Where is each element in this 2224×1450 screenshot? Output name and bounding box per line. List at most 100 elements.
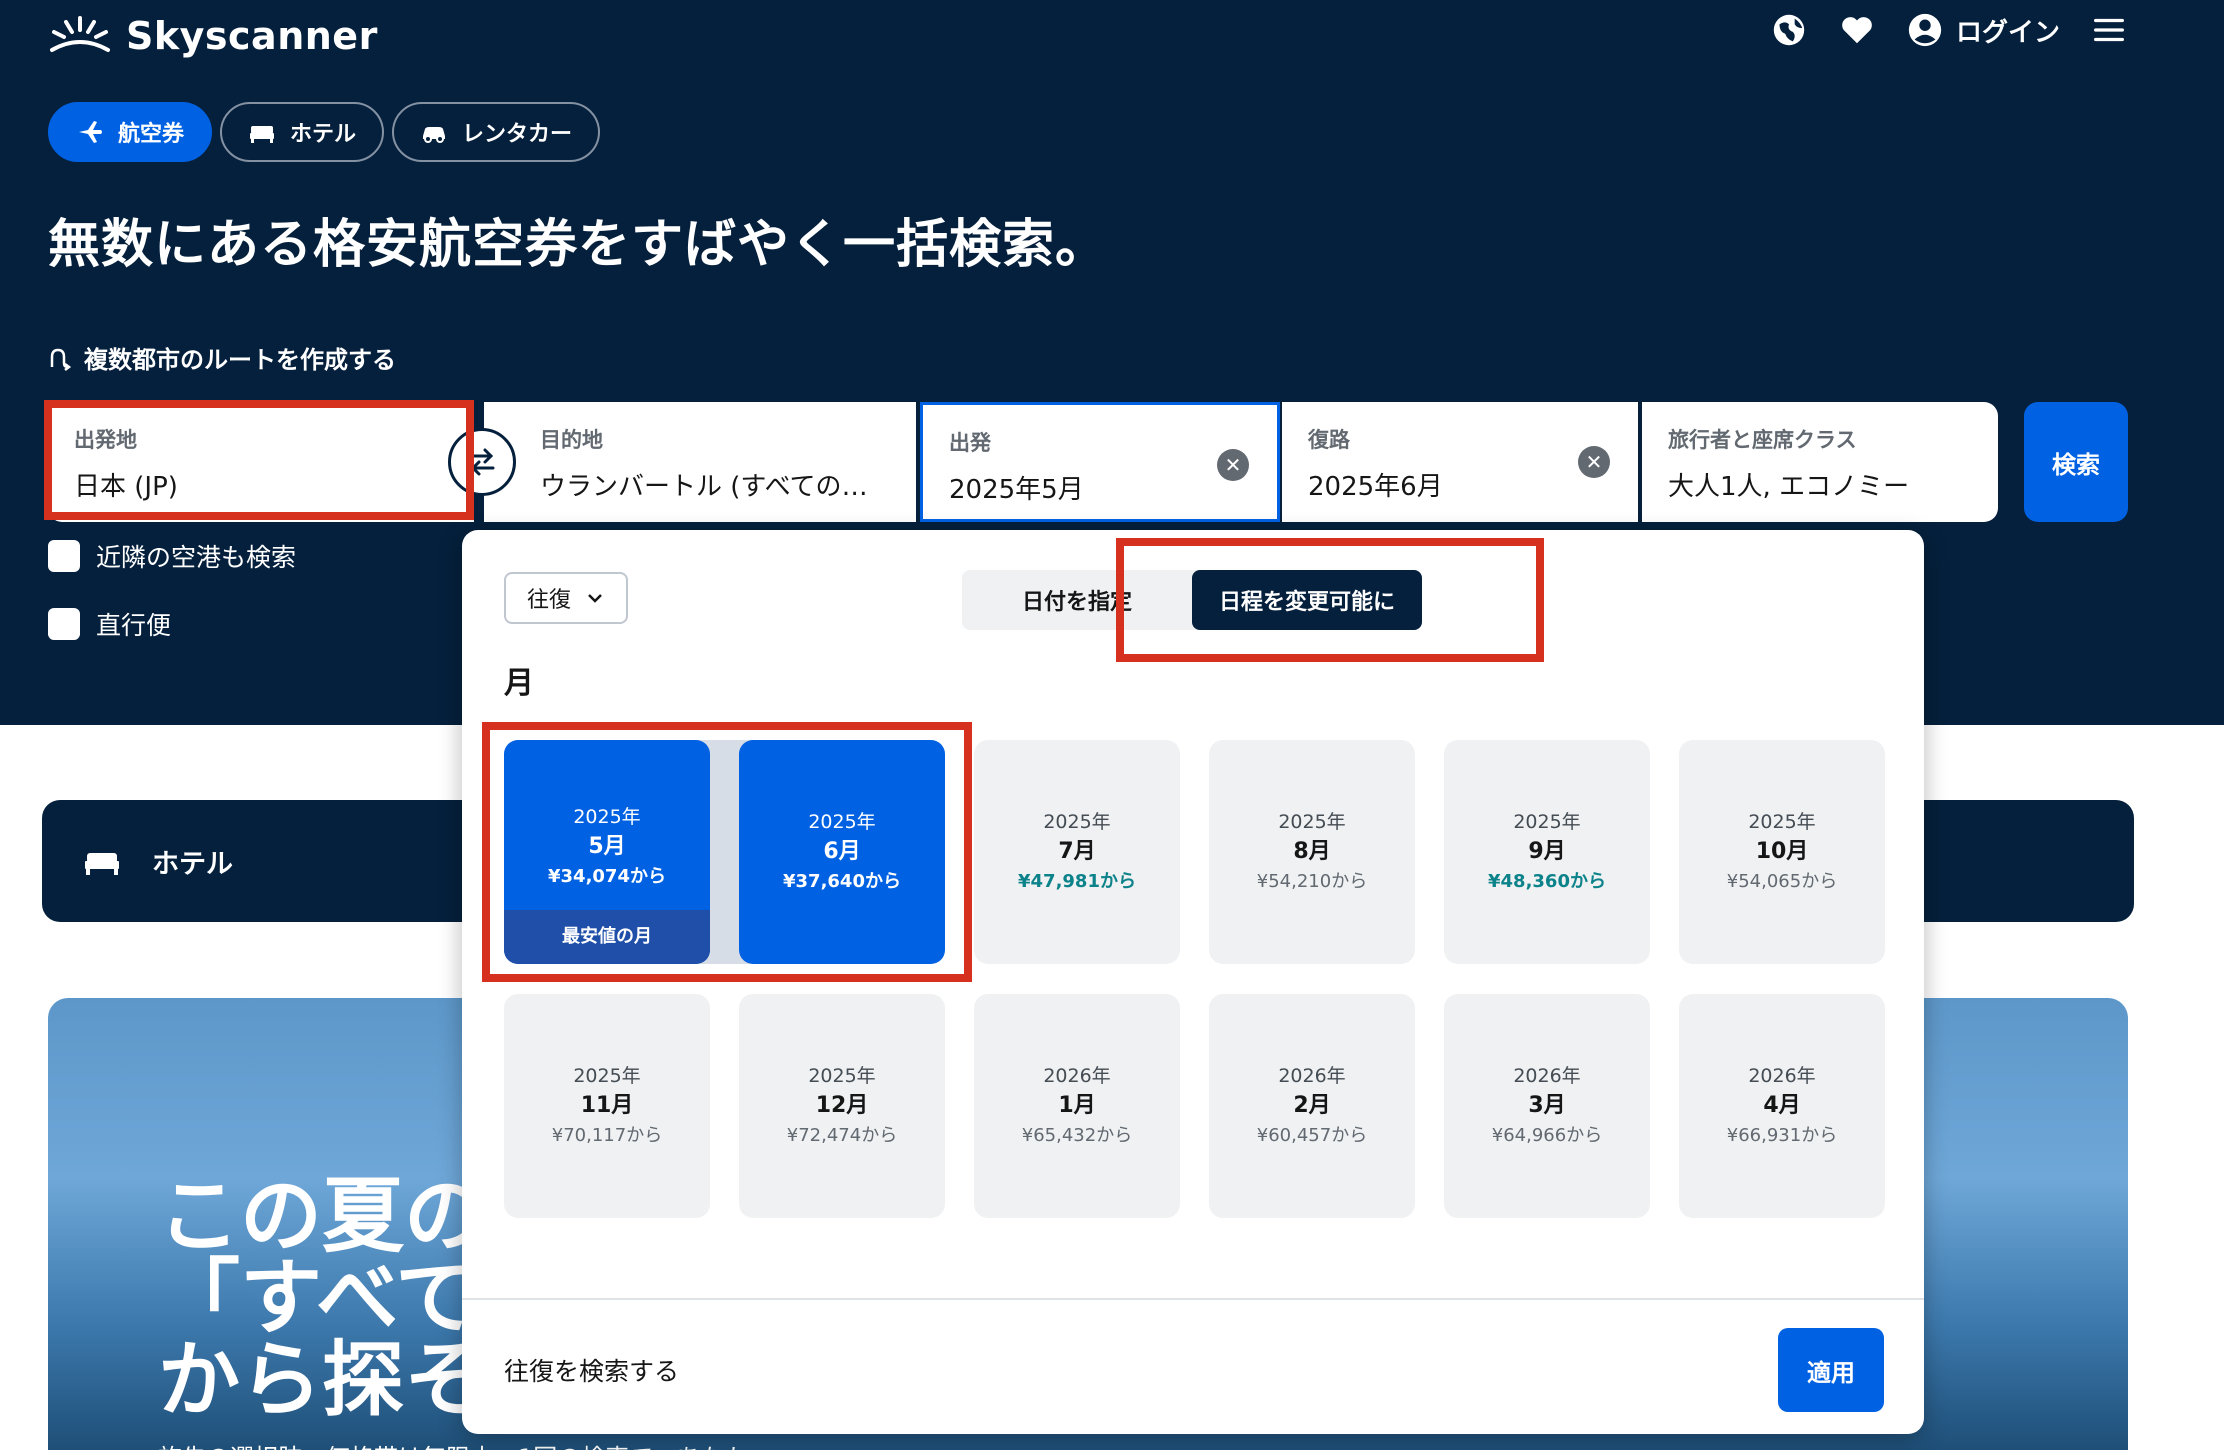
- travellers-label: 旅行者と座席クラス: [1668, 428, 1857, 452]
- month-name: 5月: [588, 834, 626, 859]
- month-cell-2026-01[interactable]: 2026年 1月 ¥65,432から: [974, 994, 1180, 1218]
- month-cell-2025-05[interactable]: 2025年 5月 ¥34,074から 最安値の月: [504, 740, 710, 964]
- clear-depart-icon[interactable]: ✕: [1217, 449, 1249, 481]
- month-name: 10月: [1755, 839, 1809, 864]
- exact-dates-option[interactable]: 日付を指定: [962, 570, 1192, 630]
- tab-label: 航空券: [118, 122, 185, 147]
- popover-footer: 往復を検索する 適用: [462, 1298, 1924, 1434]
- plane-icon: [79, 121, 102, 143]
- month-price: ¥66,931から: [1726, 1125, 1838, 1146]
- month-year: 2026年: [1748, 1065, 1816, 1087]
- date-picker-popover: 往復 日付を指定 日程を変更可能に 月 2025年 5月 ¥34,074から 最…: [462, 530, 1924, 1434]
- swap-button[interactable]: [448, 428, 516, 496]
- account-icon: [1906, 11, 1944, 49]
- month-name: 8月: [1293, 839, 1331, 864]
- apply-button[interactable]: 適用: [1778, 1328, 1884, 1412]
- login-button[interactable]: ログイン: [1906, 11, 2060, 49]
- month-cell-2026-04[interactable]: 2026年 4月 ¥66,931から: [1679, 994, 1885, 1218]
- month-price: ¥72,474から: [786, 1125, 898, 1146]
- cheapest-month-badge: 最安値の月: [504, 910, 710, 964]
- multi-city-link[interactable]: 複数都市のルートを作成する: [48, 340, 396, 375]
- origin-field[interactable]: 出発地 日本 (JP): [48, 402, 474, 522]
- route-icon: [50, 348, 72, 371]
- chevron-down-icon: [588, 594, 602, 603]
- date-mode-toggle: 日付を指定 日程を変更可能に: [962, 570, 1422, 630]
- tab-label: レンタカー: [462, 122, 573, 147]
- month-price: ¥70,117から: [551, 1125, 663, 1146]
- direct-flights-checkbox[interactable]: 直行便: [48, 606, 171, 642]
- month-cell-2025-08[interactable]: 2025年 8月 ¥54,210から: [1209, 740, 1415, 964]
- month-year: 2025年: [573, 1065, 641, 1087]
- heart-icon[interactable]: [1838, 11, 1876, 49]
- month-cell-2025-06[interactable]: 2025年 6月 ¥37,640から: [739, 740, 945, 964]
- sunburst-logo-icon: [50, 16, 110, 52]
- month-cell-2025-12[interactable]: 2025年 12月 ¥72,474から: [739, 994, 945, 1218]
- month-price: ¥34,074から: [548, 866, 666, 887]
- round-trip-search-text: 往復を検索する: [504, 1357, 680, 1386]
- month-cell-2026-03[interactable]: 2026年 3月 ¥64,966から: [1444, 994, 1650, 1218]
- month-name: 4月: [1763, 1093, 1801, 1118]
- month-year: 2025年: [1278, 811, 1346, 833]
- month-year: 2025年: [808, 1065, 876, 1087]
- month-year: 2025年: [1513, 811, 1581, 833]
- month-price: ¥54,210から: [1256, 871, 1368, 892]
- product-tabs: 航空券 ホテル レンタカー: [48, 102, 601, 162]
- month-price: ¥65,432から: [1021, 1125, 1133, 1146]
- login-label: ログイン: [1955, 17, 2060, 48]
- direct-flights-label: 直行便: [96, 611, 172, 640]
- month-year: 2026年: [1513, 1065, 1581, 1087]
- month-name: 11月: [580, 1093, 634, 1118]
- bed-icon: [250, 126, 275, 143]
- multi-city-label: 複数都市のルートを作成する: [84, 346, 396, 374]
- hotel-bar-label: ホテル: [152, 848, 233, 880]
- swap-arrows-icon: [469, 448, 495, 476]
- origin-label: 出発地: [74, 428, 137, 452]
- checkbox-box[interactable]: [48, 540, 80, 572]
- flexible-dates-option[interactable]: 日程を変更可能に: [1192, 570, 1422, 630]
- search-button[interactable]: 検索: [2024, 402, 2128, 522]
- month-price: ¥37,640から: [783, 871, 901, 892]
- travellers-value: 大人1人, エコノミー: [1668, 472, 1910, 502]
- month-year: 2026年: [1278, 1065, 1346, 1087]
- skyscanner-logo[interactable]: Skyscanner: [48, 8, 378, 64]
- header-actions: ログイン: [1770, 8, 2128, 52]
- clear-return-icon[interactable]: ✕: [1578, 446, 1610, 478]
- return-field[interactable]: 復路 2025年6月 ✕: [1282, 402, 1638, 522]
- depart-label: 出発: [949, 431, 991, 455]
- menu-icon[interactable]: [2090, 11, 2128, 49]
- month-year: 2025年: [1043, 811, 1111, 833]
- month-cell-2025-10[interactable]: 2025年 10月 ¥54,065から: [1679, 740, 1885, 964]
- month-name: 7月: [1058, 839, 1096, 864]
- checkbox-box[interactable]: [48, 608, 80, 640]
- destination-label: 目的地: [540, 428, 603, 452]
- month-price: ¥54,065から: [1726, 871, 1838, 892]
- month-name: 12月: [815, 1093, 869, 1118]
- nearby-airports-label: 近隣の空港も検索: [96, 543, 297, 572]
- destination-field[interactable]: 目的地 ウランバートル (すべての空...: [484, 402, 916, 522]
- globe-icon[interactable]: [1770, 11, 1808, 49]
- month-name: 6月: [823, 839, 861, 864]
- origin-value: 日本 (JP): [74, 472, 178, 502]
- bed-icon: [85, 853, 119, 875]
- month-cell-2025-09[interactable]: 2025年 9月 ¥48,360から: [1444, 740, 1650, 964]
- tab-hotels[interactable]: ホテル: [220, 102, 385, 162]
- nearby-airports-checkbox[interactable]: 近隣の空港も検索: [48, 538, 296, 574]
- return-label: 復路: [1308, 428, 1350, 452]
- tab-flights[interactable]: 航空券: [48, 102, 213, 162]
- tab-car-hire[interactable]: レンタカー: [392, 102, 601, 162]
- destination-value: ウランバートル (すべての空...: [540, 472, 890, 502]
- page-headline: 無数にある格安航空券をすばやく一括検索。: [48, 215, 1109, 275]
- depart-value: 2025年5月: [949, 475, 1084, 505]
- month-name: 2月: [1293, 1093, 1331, 1118]
- depart-field[interactable]: 出発 2025年5月 ✕: [920, 402, 1280, 522]
- car-icon: [423, 127, 446, 143]
- month-cell-2025-11[interactable]: 2025年 11月 ¥70,117から: [504, 994, 710, 1218]
- trip-type-select[interactable]: 往復: [504, 572, 628, 624]
- month-name: 3月: [1528, 1093, 1566, 1118]
- tab-label: ホテル: [290, 122, 357, 147]
- month-name: 1月: [1058, 1093, 1096, 1118]
- brand-name: Skyscanner: [126, 14, 378, 58]
- month-cell-2025-07[interactable]: 2025年 7月 ¥47,981から: [974, 740, 1180, 964]
- travellers-field[interactable]: 旅行者と座席クラス 大人1人, エコノミー: [1642, 402, 1998, 522]
- month-cell-2026-02[interactable]: 2026年 2月 ¥60,457から: [1209, 994, 1415, 1218]
